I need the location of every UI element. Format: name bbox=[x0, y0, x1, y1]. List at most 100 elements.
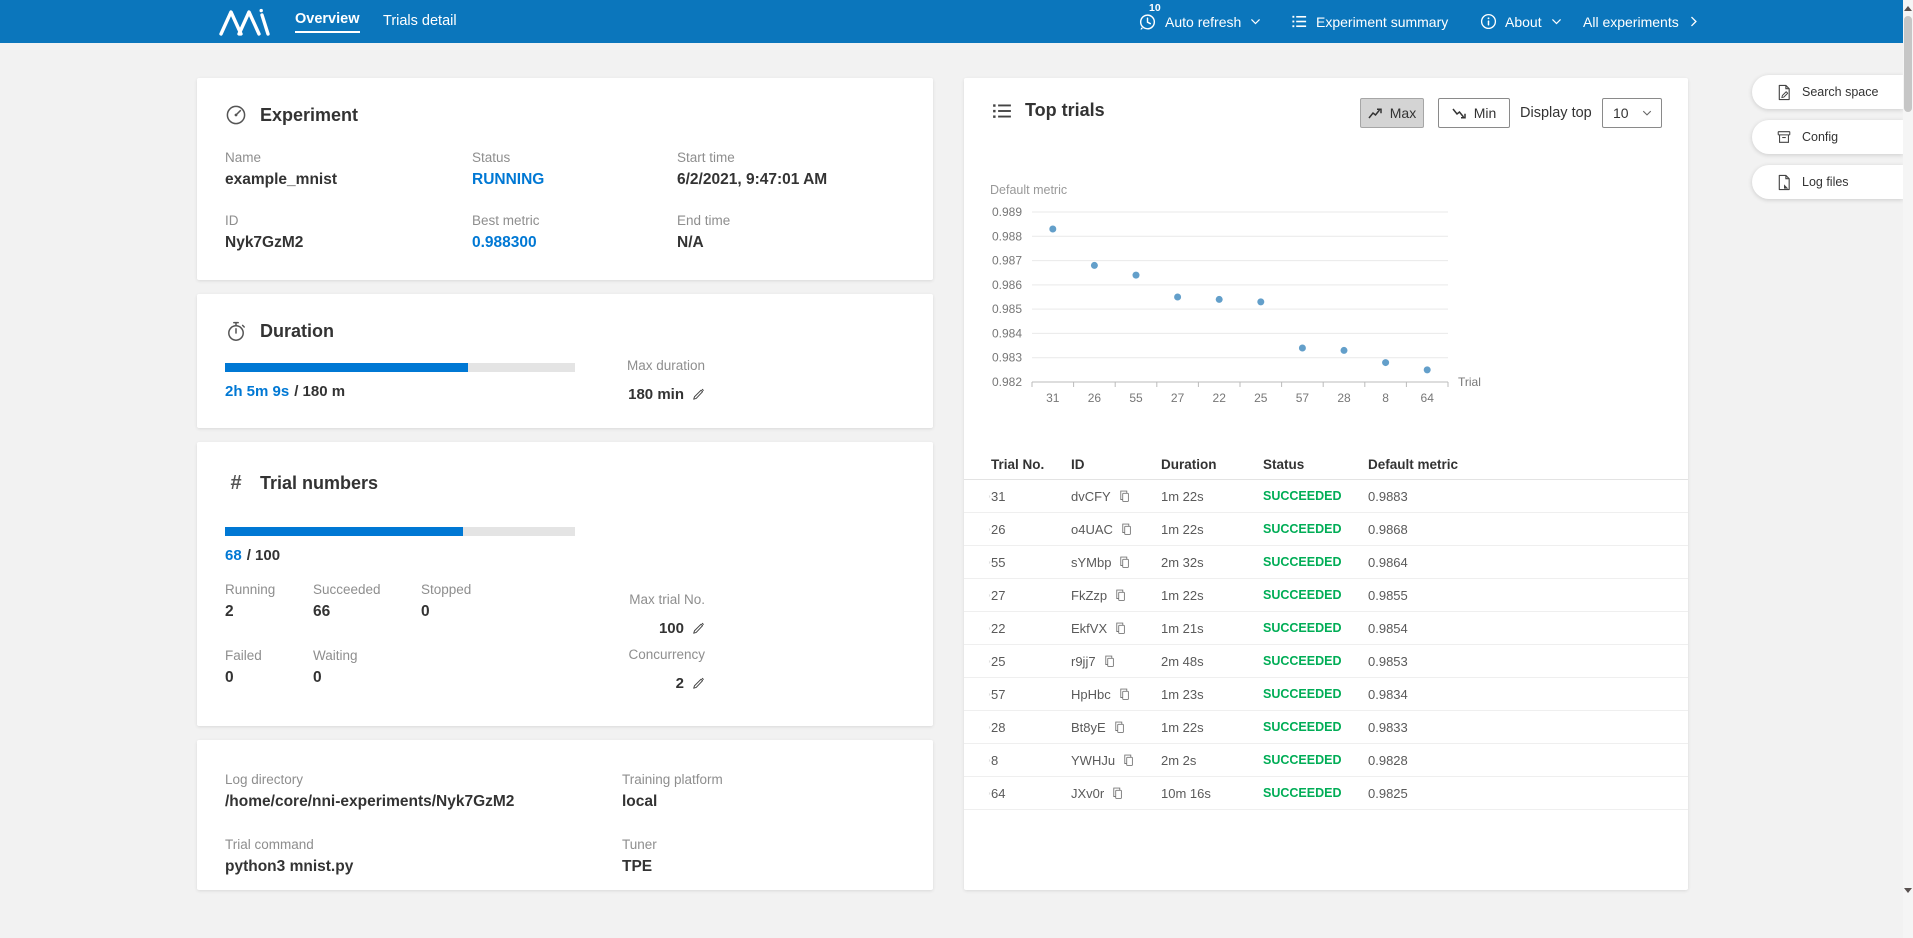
scroll-up-arrow[interactable] bbox=[1903, 2, 1913, 14]
copy-icon[interactable] bbox=[1118, 489, 1131, 504]
trial-id-cell: o4UAC bbox=[1071, 522, 1161, 537]
row-expand-chevron-icon[interactable] bbox=[964, 590, 991, 601]
status-cell: SUCCEEDED bbox=[1263, 654, 1368, 668]
svg-text:8: 8 bbox=[1382, 391, 1389, 405]
metric-cell: 0.9854 bbox=[1368, 621, 1688, 636]
metric-cell: 0.9828 bbox=[1368, 753, 1688, 768]
trials-done-count: 68 bbox=[225, 547, 242, 564]
duration-progress-bar bbox=[225, 363, 575, 372]
min-button[interactable]: Min bbox=[1438, 98, 1510, 128]
svg-text:55: 55 bbox=[1129, 391, 1143, 405]
scrollbar-thumb[interactable] bbox=[1904, 16, 1912, 112]
trial-number-cell: 55 bbox=[991, 555, 1071, 570]
duration-panel-header: Duration bbox=[197, 294, 933, 342]
trial-id-cell: sYMbp bbox=[1071, 555, 1161, 570]
field-tuner: TunerTPE bbox=[622, 837, 933, 876]
trial-number-cell: 31 bbox=[991, 489, 1071, 504]
trial-status-stats: Running2 Succeeded66 Stopped0 Failed0 Wa… bbox=[197, 564, 577, 687]
trial-number-cell: 25 bbox=[991, 654, 1071, 669]
svg-text:0.983: 0.983 bbox=[992, 351, 1022, 365]
duration-cell: 2m 2s bbox=[1161, 753, 1263, 768]
trial-number-cell: 28 bbox=[991, 720, 1071, 735]
log-files-button[interactable]: Log files bbox=[1752, 165, 1903, 199]
copy-icon[interactable] bbox=[1111, 786, 1124, 801]
max-button[interactable]: Max bbox=[1360, 98, 1424, 128]
trend-up-icon bbox=[1368, 107, 1383, 120]
copy-icon[interactable] bbox=[1120, 522, 1133, 537]
duration-cell: 1m 22s bbox=[1161, 588, 1263, 603]
row-expand-chevron-icon[interactable] bbox=[964, 623, 991, 634]
auto-refresh-label: Auto refresh bbox=[1165, 14, 1241, 30]
scroll-down-arrow[interactable] bbox=[1903, 884, 1913, 896]
field-status: StatusRUNNING bbox=[472, 150, 677, 189]
copy-icon[interactable] bbox=[1114, 621, 1127, 636]
svg-text:64: 64 bbox=[1421, 391, 1435, 405]
all-experiments-link[interactable]: All experiments bbox=[1583, 0, 1700, 43]
stat-stopped: Stopped0 bbox=[421, 582, 577, 621]
copy-icon[interactable] bbox=[1118, 687, 1131, 702]
edit-pencil-icon[interactable] bbox=[690, 387, 705, 402]
duration-panel-title: Duration bbox=[260, 321, 334, 342]
trial-id-cell: dvCFY bbox=[1071, 489, 1161, 504]
col-header-trial-no: Trial No. bbox=[991, 457, 1071, 472]
experiment-summary-button[interactable]: Experiment summary bbox=[1291, 0, 1448, 43]
copy-icon[interactable] bbox=[1103, 654, 1116, 669]
status-cell: SUCCEEDED bbox=[1263, 720, 1368, 734]
metric-cell: 0.9834 bbox=[1368, 687, 1688, 702]
status-cell: SUCCEEDED bbox=[1263, 489, 1368, 503]
about-label: About bbox=[1505, 14, 1542, 30]
status-cell: SUCCEEDED bbox=[1263, 753, 1368, 767]
display-top-value: 10 bbox=[1613, 105, 1629, 121]
copy-icon[interactable] bbox=[1114, 588, 1127, 603]
trials-total-count: / 100 bbox=[247, 547, 280, 564]
field-trial-command: Trial commandpython3 mnist.py bbox=[225, 837, 622, 876]
trial-number-cell: 57 bbox=[991, 687, 1071, 702]
chevron-right-icon bbox=[1687, 15, 1700, 28]
row-expand-chevron-icon[interactable] bbox=[964, 689, 991, 700]
row-expand-chevron-icon[interactable] bbox=[964, 788, 991, 799]
metric-cell: 0.9883 bbox=[1368, 489, 1688, 504]
vertical-scrollbar[interactable] bbox=[1903, 0, 1913, 938]
about-menu[interactable]: About bbox=[1480, 0, 1563, 43]
edit-pencil-icon[interactable] bbox=[690, 676, 705, 691]
refresh-interval-badge: 10 bbox=[1149, 2, 1161, 14]
row-expand-chevron-icon[interactable] bbox=[964, 491, 991, 502]
svg-text:0.982: 0.982 bbox=[992, 375, 1022, 389]
status-badge: RUNNING bbox=[472, 171, 677, 189]
display-top-select[interactable]: 10 bbox=[1602, 98, 1662, 128]
bulleted-list-icon bbox=[992, 101, 1012, 121]
copy-icon[interactable] bbox=[1113, 720, 1126, 735]
trials-progress-bar bbox=[225, 527, 575, 536]
experiment-panel-title: Experiment bbox=[260, 105, 358, 126]
elapsed-time: 2h 5m 9s bbox=[225, 383, 289, 400]
tab-trials-detail[interactable]: Trials detail bbox=[383, 0, 457, 43]
row-expand-chevron-icon[interactable] bbox=[964, 755, 991, 766]
stat-failed: Failed0 bbox=[225, 648, 313, 687]
tab-overview[interactable]: Overview bbox=[295, 0, 360, 43]
metric-cell: 0.9853 bbox=[1368, 654, 1688, 669]
trial-number-cell: 26 bbox=[991, 522, 1071, 537]
search-space-button[interactable]: Search space bbox=[1752, 75, 1903, 109]
max-trial-no-block: Max trial No. 100 bbox=[620, 592, 705, 638]
svg-text:0.987: 0.987 bbox=[992, 254, 1022, 268]
row-expand-chevron-icon[interactable] bbox=[964, 524, 991, 535]
svg-text:22: 22 bbox=[1213, 391, 1227, 405]
top-trials-title: Top trials bbox=[1025, 100, 1105, 121]
table-row: 27 FkZzp 1m 22s SUCCEEDED 0.9855 bbox=[964, 579, 1688, 612]
top-navigation-bar: Overview Trials detail 10 Auto refresh E… bbox=[0, 0, 1903, 43]
table-row: 55 sYMbp 2m 32s SUCCEEDED 0.9864 bbox=[964, 546, 1688, 579]
max-duration-block: Max duration 180 min bbox=[620, 358, 705, 404]
row-expand-chevron-icon[interactable] bbox=[964, 656, 991, 667]
col-header-id: ID bbox=[1071, 457, 1161, 472]
config-button[interactable]: Config bbox=[1752, 120, 1903, 154]
row-expand-chevron-icon[interactable] bbox=[964, 722, 991, 733]
experiment-summary-label: Experiment summary bbox=[1316, 14, 1448, 30]
copy-icon[interactable] bbox=[1118, 555, 1131, 570]
edit-pencil-icon[interactable] bbox=[690, 621, 705, 636]
max-trial-no-value: 100 bbox=[659, 620, 684, 637]
auto-refresh-menu[interactable]: 10 Auto refresh bbox=[1138, 0, 1262, 43]
row-expand-chevron-icon[interactable] bbox=[964, 557, 991, 568]
concurrency-value: 2 bbox=[676, 675, 684, 692]
info-icon bbox=[1480, 13, 1497, 30]
copy-icon[interactable] bbox=[1122, 753, 1135, 768]
